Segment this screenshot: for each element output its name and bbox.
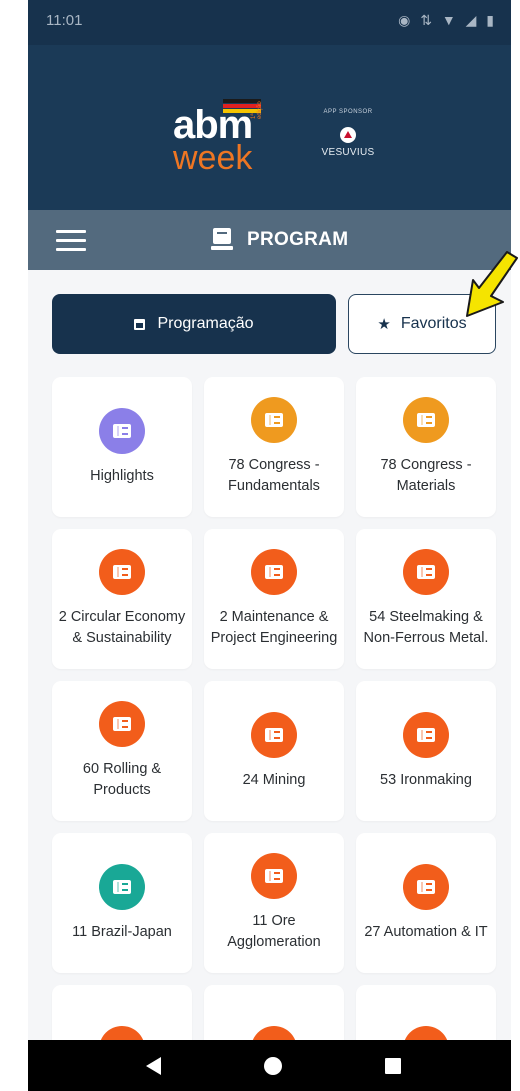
toolbar-title: PROGRAM	[211, 228, 348, 252]
program-card-label: 2 Maintenance & Project Engineering	[210, 609, 338, 646]
program-card-label: 78 Congress - Materials	[380, 457, 472, 494]
program-card-label: 60 Rolling & Products	[82, 761, 162, 798]
book-icon	[251, 711, 297, 758]
logo-week-text: week	[173, 139, 253, 177]
sponsor-name: VESUVIUS	[321, 147, 375, 158]
program-card[interactable]: 27 Automation & IT	[356, 833, 496, 973]
program-card-label: 11 Ore Agglomeration	[227, 913, 321, 950]
program-card[interactable]: 11 Ore Agglomeration	[204, 833, 344, 973]
calendar-icon	[134, 318, 146, 330]
program-card-label: 53 Ironmaking	[380, 771, 472, 788]
book-icon	[99, 407, 145, 454]
android-nav-bar	[28, 1040, 511, 1091]
book-icon	[99, 863, 145, 910]
vesuvius-logo-icon	[340, 127, 356, 143]
program-card-label: 2 Circular Economy & Sustainability	[58, 609, 186, 646]
program-card[interactable]: 78 Congress - Fundamentals	[204, 377, 344, 517]
status-time: 11:01	[46, 12, 83, 29]
book-icon	[403, 549, 449, 595]
program-card[interactable]: 2 Circular Economy & Sustainability	[52, 529, 192, 669]
home-icon[interactable]	[264, 1057, 282, 1075]
program-card[interactable]: 2 Maintenance & Project Engineering	[204, 529, 344, 669]
hamburger-menu-icon[interactable]	[56, 230, 86, 251]
program-card[interactable]: 53 Ironmaking	[356, 681, 496, 821]
app-screen: 11:01 ◉ ⇅ ▼ ◢ ▮ abm week 1ª edição APP S…	[28, 0, 511, 1091]
sponsor-label: APP SPONSOR	[323, 109, 373, 115]
abm-week-logo: abm week 1ª edição	[173, 99, 263, 175]
annotation-arrow-icon	[466, 251, 518, 317]
status-bar: 11:01 ◉ ⇅ ▼ ◢ ▮	[28, 0, 511, 45]
program-card[interactable]: 11 Brazil-Japan	[52, 833, 192, 973]
app-header: abm week 1ª edição APP SPONSOR VESUVIUS	[28, 45, 511, 210]
program-card[interactable]: 54 Steelmaking & Non-Ferrous Metal.	[356, 529, 496, 669]
status-icons: ◉ ⇅ ▼ ◢ ▮	[398, 12, 497, 28]
programacao-label: Programação	[157, 315, 254, 332]
program-card[interactable]: 24 Mining	[204, 681, 344, 821]
desk-icon	[211, 228, 233, 252]
programacao-button[interactable]: Programação	[52, 294, 336, 354]
book-icon	[251, 397, 297, 443]
program-card-label: 27 Automation & IT	[364, 923, 488, 940]
book-icon	[251, 853, 297, 899]
book-icon	[251, 549, 297, 595]
program-card[interactable]: 78 Congress - Materials	[356, 377, 496, 517]
toolbar: PROGRAM	[28, 210, 511, 270]
program-card[interactable]: 60 Rolling & Products	[52, 681, 192, 821]
page-title: PROGRAM	[247, 229, 349, 250]
program-card-label: Highlights	[90, 467, 154, 484]
program-card-label: 78 Congress - Fundamentals	[228, 457, 320, 494]
book-icon	[99, 549, 145, 595]
book-icon	[403, 397, 449, 443]
star-icon: ★	[377, 316, 391, 333]
logo-edition-text: 1ª edição	[251, 101, 263, 119]
program-card-label: 11 Brazil-Japan	[72, 923, 172, 940]
program-card[interactable]: Highlights	[52, 377, 192, 517]
recent-apps-icon[interactable]	[385, 1058, 401, 1074]
app-sponsor: APP SPONSOR VESUVIUS	[318, 109, 378, 179]
program-card-label: 54 Steelmaking & Non-Ferrous Metal.	[363, 609, 489, 646]
book-icon	[99, 701, 145, 747]
book-icon	[403, 711, 449, 758]
book-icon	[403, 863, 449, 910]
back-icon[interactable]	[146, 1057, 161, 1075]
program-card-label: 24 Mining	[242, 771, 306, 788]
